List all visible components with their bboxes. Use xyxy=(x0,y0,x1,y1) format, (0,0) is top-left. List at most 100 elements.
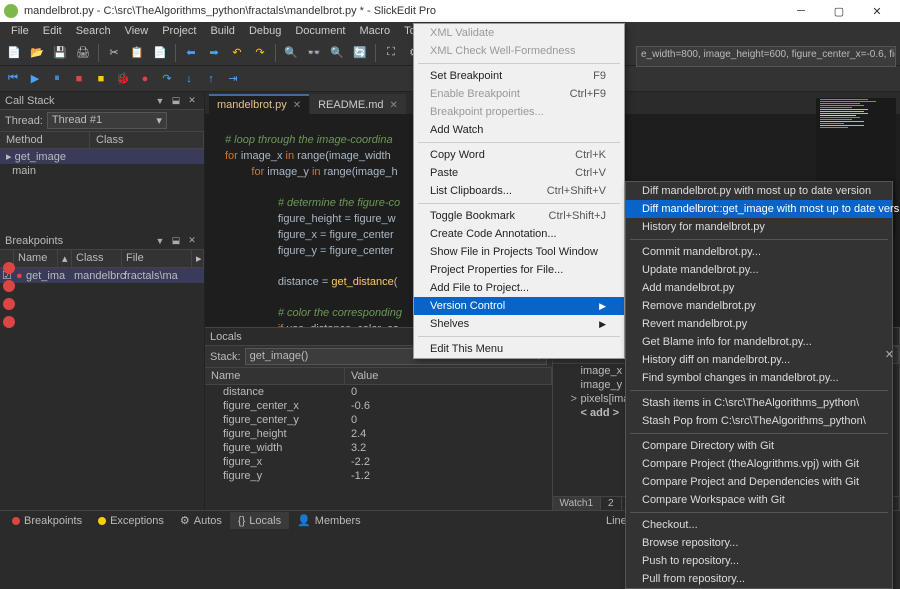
replace-icon[interactable]: 🔄 xyxy=(350,43,370,63)
menu-item[interactable]: Diff mandelbrot::get_image with most up … xyxy=(626,200,892,218)
menu-item[interactable]: Revert mandelbrot.py xyxy=(626,315,892,333)
menu-edit[interactable]: Edit xyxy=(36,24,69,38)
tab-close-icon[interactable]: ✕ xyxy=(390,100,398,111)
menu-item[interactable]: Project Properties for File... xyxy=(414,261,624,279)
menu-item[interactable]: History diff on mandelbrot.py... xyxy=(626,351,892,369)
menu-item[interactable]: Commit mandelbrot.py... xyxy=(626,243,892,261)
menu-item[interactable]: List Clipboards...Ctrl+Shift+V xyxy=(414,182,624,200)
menu-item[interactable]: Diff mandelbrot.py with most up to date … xyxy=(626,182,892,200)
menu-item[interactable]: Compare Directory with Git xyxy=(626,437,892,455)
menu-build[interactable]: Build xyxy=(203,24,241,38)
minimize-button[interactable]: ─ xyxy=(782,0,820,22)
expression-input[interactable]: e_width=800, image_height=600, figure_ce… xyxy=(636,46,896,67)
local-var-row[interactable]: figure_center_y0 xyxy=(205,413,552,427)
menu-item[interactable]: Add Watch xyxy=(414,121,624,139)
menu-item[interactable]: Checkout... xyxy=(626,516,892,534)
watch-tab[interactable]: Watch1 xyxy=(553,497,602,510)
menu-item[interactable]: Browse repository... xyxy=(626,534,892,552)
menu-item[interactable]: Add mandelbrot.py xyxy=(626,279,892,297)
editor-tab[interactable]: mandelbrot.py✕ xyxy=(209,94,309,114)
menu-item[interactable]: Get Blame info for mandelbrot.py... xyxy=(626,333,892,351)
run-to-icon[interactable]: ⇥ xyxy=(224,70,242,88)
binoculars-icon[interactable]: 👓 xyxy=(304,43,324,63)
local-var-row[interactable]: figure_height2.4 xyxy=(205,427,552,441)
pause-icon[interactable]: ⏸ xyxy=(48,70,66,88)
menu-item[interactable]: Push to repository... xyxy=(626,552,892,570)
panel-close-icon[interactable]: ✕ xyxy=(185,95,199,107)
status-tab-exceptions[interactable]: Exceptions xyxy=(90,512,172,529)
breakpoint-row[interactable]: ☑ ● get_ima mandelbrc fractals\ma xyxy=(0,268,204,283)
menu-item[interactable]: Copy WordCtrl+K xyxy=(414,146,624,164)
step-out-icon[interactable]: ↑ xyxy=(202,70,220,88)
cut-icon[interactable]: ✂ xyxy=(104,43,124,63)
callstack-row[interactable]: main xyxy=(0,164,204,178)
toggle-bp-icon[interactable]: ● xyxy=(136,70,154,88)
menu-item[interactable]: Find symbol changes in mandelbrot.py... xyxy=(626,369,892,387)
panel-pin-icon[interactable]: ⬓ xyxy=(169,235,183,247)
undo-icon[interactable]: ↶ xyxy=(227,43,247,63)
fullscreen-icon[interactable]: ⛶ xyxy=(381,43,401,63)
copy-icon[interactable]: 📋 xyxy=(127,43,147,63)
panel-close-icon[interactable]: ✕ xyxy=(185,235,199,247)
find-next-icon[interactable]: 🔍 xyxy=(327,43,347,63)
status-tab-autos[interactable]: ⚙Autos xyxy=(172,512,230,529)
menu-document[interactable]: Document xyxy=(288,24,352,38)
menu-file[interactable]: File xyxy=(4,24,36,38)
paste-icon[interactable]: 📄 xyxy=(150,43,170,63)
cs-col-class[interactable]: Class xyxy=(90,132,204,148)
callstack-row[interactable]: ▸ get_image xyxy=(0,149,204,164)
menu-item[interactable]: Set BreakpointF9 xyxy=(414,67,624,85)
thread-combo[interactable]: Thread #1▾ xyxy=(47,112,167,129)
menu-search[interactable]: Search xyxy=(69,24,118,38)
stop-icon[interactable]: ■ xyxy=(70,70,88,88)
menu-item[interactable]: Stash Pop from C:\src\TheAlgorithms_pyth… xyxy=(626,412,892,430)
redo-icon[interactable]: ↷ xyxy=(250,43,270,63)
menu-debug[interactable]: Debug xyxy=(242,24,288,38)
watch-tab[interactable]: 2 xyxy=(601,497,622,510)
status-tab-members[interactable]: 👤Members xyxy=(289,512,369,529)
panel-dropdown-icon[interactable]: ▼ xyxy=(153,95,167,107)
panel-close-icon[interactable]: ✕ xyxy=(885,348,894,361)
panel-pin-icon[interactable]: ⬓ xyxy=(169,95,183,107)
continue-icon[interactable]: ▶ xyxy=(26,70,44,88)
save-icon[interactable]: 💾 xyxy=(50,43,70,63)
forward-icon[interactable]: ➡ xyxy=(204,43,224,63)
bp-col-file[interactable]: File xyxy=(122,250,192,267)
menu-item[interactable]: Shelves▶ xyxy=(414,315,624,333)
local-var-row[interactable]: figure_x-2.2 xyxy=(205,455,552,469)
menu-view[interactable]: View xyxy=(118,24,156,38)
menu-item[interactable]: Add File to Project... xyxy=(414,279,624,297)
locals-col-name[interactable]: Name xyxy=(205,368,345,384)
menu-item[interactable]: Remove mandelbrot.py xyxy=(626,297,892,315)
restart-icon[interactable]: ⏮ xyxy=(4,70,22,88)
menu-item[interactable]: Compare Project (theAlogrithms.vpj) with… xyxy=(626,455,892,473)
editor-tab[interactable]: README.md✕ xyxy=(310,94,406,114)
menu-project[interactable]: Project xyxy=(155,24,203,38)
clear-bp-icon[interactable] xyxy=(3,316,15,328)
bp-col-class[interactable]: Class xyxy=(72,250,122,267)
bp-col-scroll[interactable]: ▸ xyxy=(192,250,204,267)
cs-col-method[interactable]: Method xyxy=(0,132,90,148)
menu-item[interactable]: Compare Workspace with Git xyxy=(626,491,892,509)
menu-item[interactable]: History for mandelbrot.py xyxy=(626,218,892,236)
add-bp-icon[interactable] xyxy=(3,262,15,274)
print-icon[interactable]: 🖨 xyxy=(73,43,93,63)
menu-item[interactable]: Show File in Projects Tool Window xyxy=(414,243,624,261)
local-var-row[interactable]: figure_center_x-0.6 xyxy=(205,399,552,413)
disable-bp-icon[interactable] xyxy=(3,298,15,310)
panel-dropdown-icon[interactable]: ▼ xyxy=(153,235,167,247)
menu-item[interactable]: PasteCtrl+V xyxy=(414,164,624,182)
bp-col-icon[interactable]: ▴ xyxy=(58,250,72,267)
menu-item[interactable]: Update mandelbrot.py... xyxy=(626,261,892,279)
bug-icon[interactable]: 🐞 xyxy=(114,70,132,88)
remove-bp-icon[interactable] xyxy=(3,280,15,292)
maximize-button[interactable]: ▢ xyxy=(820,0,858,22)
locals-col-value[interactable]: Value xyxy=(345,368,552,384)
local-var-row[interactable]: distance0 xyxy=(205,385,552,399)
menu-item[interactable]: Create Code Annotation... xyxy=(414,225,624,243)
status-tab-breakpoints[interactable]: Breakpoints xyxy=(4,512,90,529)
back-icon[interactable]: ⬅ xyxy=(181,43,201,63)
step-into-icon[interactable]: ↓ xyxy=(180,70,198,88)
menu-macro[interactable]: Macro xyxy=(353,24,398,38)
menu-item[interactable]: Pull from repository... xyxy=(626,570,892,588)
